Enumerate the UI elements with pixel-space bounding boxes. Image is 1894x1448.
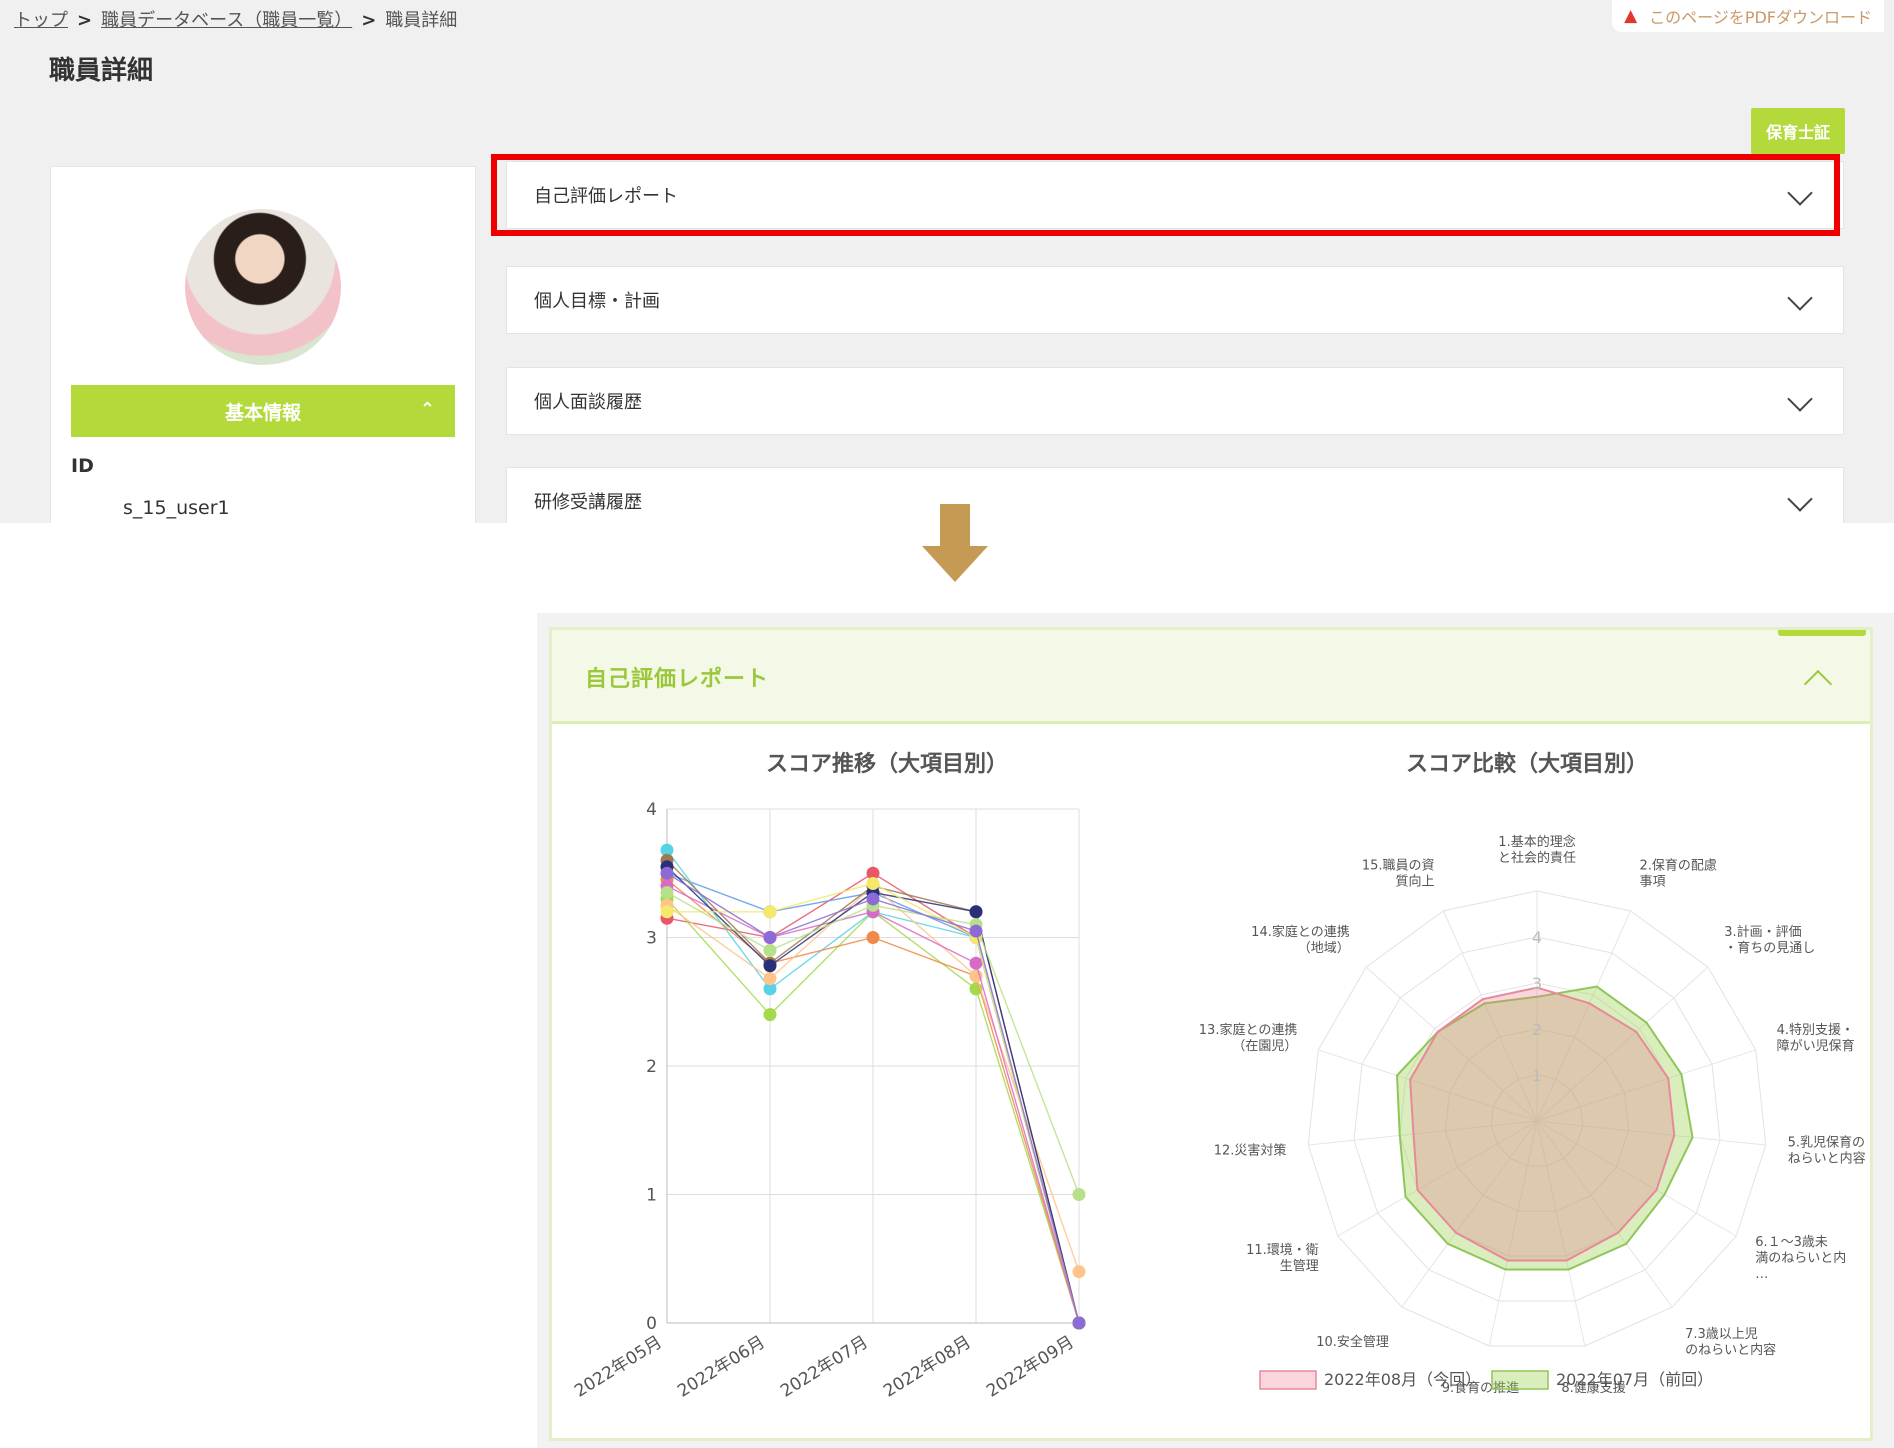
report-card: 自己評価レポート スコア推移（大項目別） 0 1 2 3 4 2022年05月 2022年06… [549,627,1873,1441]
accordion-label: 個人面談履歴 [534,392,642,413]
line-chart-y-tick: 3 [646,929,657,949]
chevron-down-icon [1787,285,1813,311]
avatar [185,209,341,365]
chevron-down-icon [1787,486,1813,512]
radar-legend-swatch [1491,1370,1549,1390]
line-chart-point [763,905,777,919]
accordion-label: 研修受講履歴 [534,492,642,513]
chevron-down-icon [1787,386,1813,412]
line-chart-point [763,959,777,973]
line-chart-point [660,905,674,919]
line-chart-point [763,1008,777,1022]
breadcrumb-current: 職員詳細 [385,10,458,31]
accordion-interview-history[interactable]: 個人面談履歴 [506,367,1844,435]
highlight-box [491,154,1840,236]
line-chart-point [1072,1265,1086,1279]
radar-axis-label: 2.保育の配慮事項 [1639,858,1716,890]
breadcrumb-top-link[interactable]: トップ [14,10,68,31]
line-chart-point [1072,1316,1086,1330]
radar-axis-label: 7.3歳以上児のねらいと内容 [1685,1327,1776,1358]
radar-r-tick: 4 [1532,928,1542,947]
accordion-label: 個人目標・計画 [534,291,660,312]
basic-info-toggle[interactable]: 基本情報 ⌃ [71,385,455,437]
report-title: 自己評価レポート [585,667,770,692]
line-chart-title: スコア推移（大項目別） [766,751,1008,777]
radar-r-tick: 1 [1532,1066,1542,1085]
line-chart-point [969,956,983,970]
line-chart-x-tick: 2022年08月 [880,1332,974,1401]
certificate-tab [1778,630,1866,636]
radar-chart-title: スコア比較（大項目別） [1406,751,1648,777]
radar-axis-label: 4.特別支援・障がい児保育 [1777,1023,1855,1054]
radar-axis-label: 5.乳児保育のねらいと内容 [1788,1134,1866,1166]
line-chart-point [969,924,983,938]
radar-axis-label: 11.環境・衛生管理 [1246,1243,1319,1274]
radar-axis-label: 12.災害対策 [1214,1142,1287,1158]
line-chart-y-tick: 2 [646,1057,657,1077]
pdf-icon: ▲ [1624,5,1638,26]
chevron-up-icon [1803,669,1833,699]
chevron-up-icon: ⌃ [419,399,435,420]
radar-axis-label: 10.安全管理 [1316,1334,1389,1350]
line-chart-point [763,931,777,944]
line-chart-point [763,972,777,986]
accordion-training-history[interactable]: 研修受講履歴 [506,467,1844,523]
breadcrumb-separator: > [361,10,377,31]
breadcrumb-separator: > [77,10,93,31]
accordion-personal-goals[interactable]: 個人目標・計画 [506,266,1844,334]
line-chart-point [763,943,777,957]
radar-r-tick: 2 [1532,1020,1542,1039]
line-chart-point [866,892,880,906]
radar-axis-label: 3.計画・評価・育ちの見通し [1724,924,1815,956]
line-chart-point [660,886,674,900]
line-chart-point [866,877,880,891]
line-chart-point [969,905,983,919]
line-chart-point [866,931,880,944]
id-label: ID [71,455,94,477]
radar-legend-swatch [1259,1370,1317,1390]
report-header[interactable]: 自己評価レポート [552,630,1870,724]
line-chart-y-tick: 4 [646,800,657,820]
breadcrumb: トップ > 職員データベース（職員一覧） > 職員詳細 [14,6,457,32]
line-chart-point [1072,1188,1086,1201]
line-chart-x-tick: 2022年06月 [674,1332,768,1401]
radar-r-tick: 3 [1532,974,1542,993]
line-chart-y-tick: 1 [646,1186,657,1206]
breadcrumb-staff-database-link[interactable]: 職員データベース（職員一覧） [101,10,352,31]
page-title: 職員詳細 [49,56,154,86]
nursery-certificate-button[interactable]: 保育士証 [1751,108,1845,154]
report-panel: 自己評価レポート スコア推移（大項目別） 0 1 2 3 4 2022年05月 2022年06… [537,613,1894,1448]
pdf-download-label: このページをPDFダウンロード [1649,8,1872,27]
pdf-download-link[interactable]: ▲ このページをPDFダウンロード [1612,0,1884,32]
id-value: s_15_user1 [123,497,230,519]
radar-axis-label: 1.基本的理念と社会的責任 [1498,834,1576,866]
radar-legend-label: 2022年08月（今回） [1324,1370,1481,1389]
line-chart-y-tick: 0 [646,1314,657,1334]
staff-detail-page: トップ > 職員データベース（職員一覧） > 職員詳細 ▲ このページをPDFダウンロー… [0,0,1894,523]
basic-info-label: 基本情報 [224,401,301,424]
profile-card: 基本情報 ⌃ ID s_15_user1 [50,166,476,523]
radar-axis-label: 6.１～3歳未満のねらいと内… [1755,1235,1846,1282]
radar-axis-label: 14.家庭との連携（地域） [1251,924,1350,956]
radar-axis-label: 15.職員の資質向上 [1362,859,1435,890]
line-chart-point [660,866,674,880]
line-chart-x-tick: 2022年09月 [983,1332,1077,1401]
radar-legend-label: 2022年07月（前回） [1556,1370,1713,1389]
line-chart-x-tick: 2022年05月 [571,1332,665,1401]
score-trend-chart: スコア推移（大項目別） 0 1 2 3 4 2022年05月 2022年06月 2022年07月… [571,751,1086,1402]
arrow-down-icon [922,504,988,582]
radar-axis-label: 13.家庭との連携（在園児） [1199,1022,1298,1054]
line-chart-x-tick: 2022年07月 [777,1332,871,1401]
score-comparison-chart: スコア比較（大項目別） 1 2 3 4 1.基本的理念と社会的責任 2.保育の配慮事項 3.計… [1199,751,1866,1396]
